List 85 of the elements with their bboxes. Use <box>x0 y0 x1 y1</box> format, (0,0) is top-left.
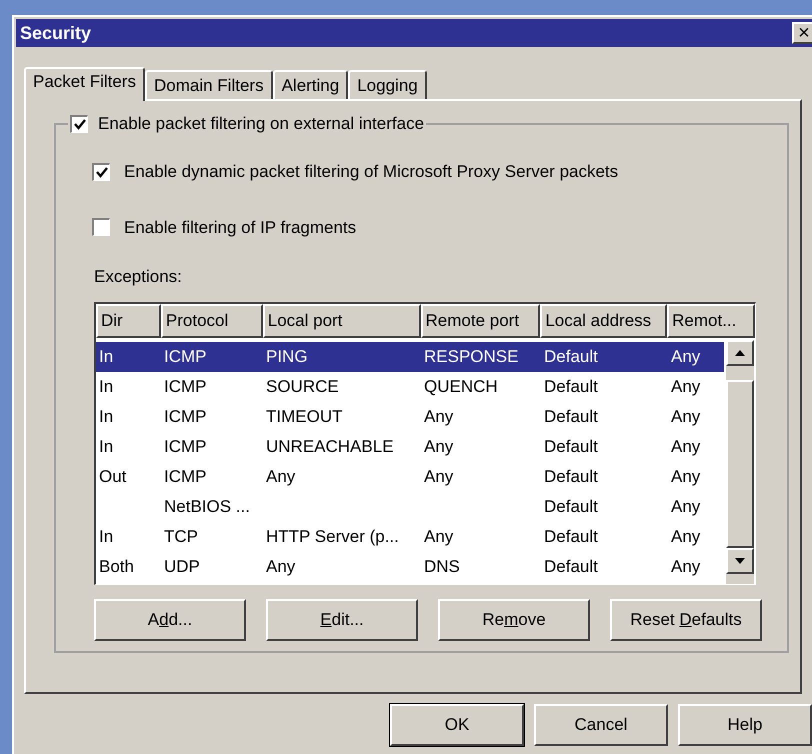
table-row[interactable]: In TCP HTTP Server (p... Any Default Any <box>96 522 724 552</box>
table-row[interactable]: In ICMP TIMEOUT Any Default Any <box>96 402 724 432</box>
table-cell: UDP <box>164 556 200 576</box>
table-cell: ICMP <box>164 376 206 396</box>
checkbox-label: Enable filtering of IP fragments <box>124 216 356 238</box>
column-header[interactable]: Remote port <box>420 304 540 338</box>
scroll-up-icon[interactable] <box>726 340 754 366</box>
table-cell: ICMP <box>164 346 206 366</box>
table-cell: Any <box>266 466 296 486</box>
table-cell: Any <box>424 466 454 486</box>
column-header[interactable]: Remot... <box>667 304 755 338</box>
table-cell: Out <box>99 466 126 486</box>
scroll-thumb[interactable] <box>726 380 754 548</box>
table-cell: HTTP Server (p... <box>266 526 399 546</box>
table-cell: UNREACHABLE <box>266 436 394 456</box>
dialog-button[interactable]: Help <box>678 704 812 746</box>
checkbox[interactable] <box>70 114 88 133</box>
exceptions-label: Exceptions: <box>94 266 182 288</box>
table-cell: Any <box>424 406 454 426</box>
checkmark-icon <box>74 118 86 130</box>
checkbox[interactable] <box>92 162 110 181</box>
dialog-button[interactable]: Cancel <box>534 704 668 746</box>
window-title: Security <box>20 22 92 45</box>
tab[interactable]: Alerting <box>272 70 348 99</box>
column-header[interactable]: Local address <box>540 304 668 338</box>
table-cell: ICMP <box>164 406 206 426</box>
table-row[interactable]: In ICMP SOURCE QUENCH Default Any <box>96 372 724 402</box>
table-cell: TCP <box>164 526 198 546</box>
table-cell: Default <box>544 376 598 396</box>
table-cell: Default <box>544 466 598 486</box>
table-cell: NetBIOS ... <box>164 496 250 516</box>
table-cell: Any <box>671 466 700 486</box>
scrollbar[interactable] <box>726 340 754 584</box>
table-row[interactable]: Both UDP Any DNS Default Any <box>96 552 724 582</box>
table-cell: Any <box>671 556 700 576</box>
table-cell: DNS <box>424 556 460 576</box>
table-cell: QUENCH <box>424 376 498 396</box>
table-cell: In <box>99 406 114 426</box>
checkbox[interactable] <box>92 218 110 236</box>
table-row[interactable]: Out ICMP Any Any Default Any <box>96 462 724 492</box>
column-header[interactable]: Local port <box>262 304 420 338</box>
table-cell: Any <box>671 346 700 366</box>
checkbox-label: Enable packet filtering on external interface <box>98 113 424 135</box>
table-row[interactable]: NetBIOS ... Default Any <box>96 492 724 522</box>
action-button[interactable]: Remove <box>438 598 590 640</box>
table-cell: Default <box>544 346 598 366</box>
scroll-down-icon[interactable] <box>726 548 754 574</box>
action-button[interactable]: Add... <box>94 598 246 640</box>
table-row[interactable]: In ICMP PING RESPONSE Default Any <box>96 342 724 372</box>
table-cell: Any <box>424 436 454 456</box>
table-cell: TIMEOUT <box>266 406 342 426</box>
action-button[interactable]: Reset Defaults <box>610 598 762 640</box>
table-cell: Default <box>544 526 598 546</box>
table-cell: Any <box>424 526 454 546</box>
tab[interactable]: Domain Filters <box>144 70 273 99</box>
checkbox-label: Enable dynamic packet filtering of Microsoft Proxy Server packets <box>124 161 618 183</box>
table-cell: Any <box>671 526 700 546</box>
close-button[interactable]: × <box>792 22 812 44</box>
table-row[interactable]: In ICMP UNREACHABLE Any Default Any <box>96 432 724 462</box>
table-cell: Default <box>544 436 598 456</box>
table-cell: ICMP <box>164 436 206 456</box>
table-cell: ICMP <box>164 466 206 486</box>
table-cell: Any <box>671 496 700 516</box>
tab[interactable]: Packet Filters <box>24 67 145 101</box>
table-cell: Default <box>544 406 598 426</box>
table-cell: Any <box>266 556 296 576</box>
checkmark-icon <box>96 166 108 178</box>
column-header[interactable]: Protocol <box>160 304 263 338</box>
table-cell: Any <box>671 376 700 396</box>
table-cell: Any <box>671 406 700 426</box>
table-cell: In <box>99 436 114 456</box>
table-cell: Default <box>544 556 598 576</box>
table-cell: Both <box>99 556 134 576</box>
action-button[interactable]: Edit... <box>266 598 418 640</box>
table-cell: In <box>99 526 114 546</box>
dialog-button[interactable]: OK <box>390 704 524 746</box>
table-cell: RESPONSE <box>424 346 518 366</box>
table-cell: Any <box>671 436 700 456</box>
column-header[interactable]: Dir <box>96 304 161 338</box>
table-cell: PING <box>266 346 308 366</box>
table-cell: SOURCE <box>266 376 339 396</box>
table-cell: Default <box>544 496 598 516</box>
table-cell: In <box>99 346 114 366</box>
table-cell: In <box>99 376 114 396</box>
tab[interactable]: Logging <box>348 70 427 99</box>
